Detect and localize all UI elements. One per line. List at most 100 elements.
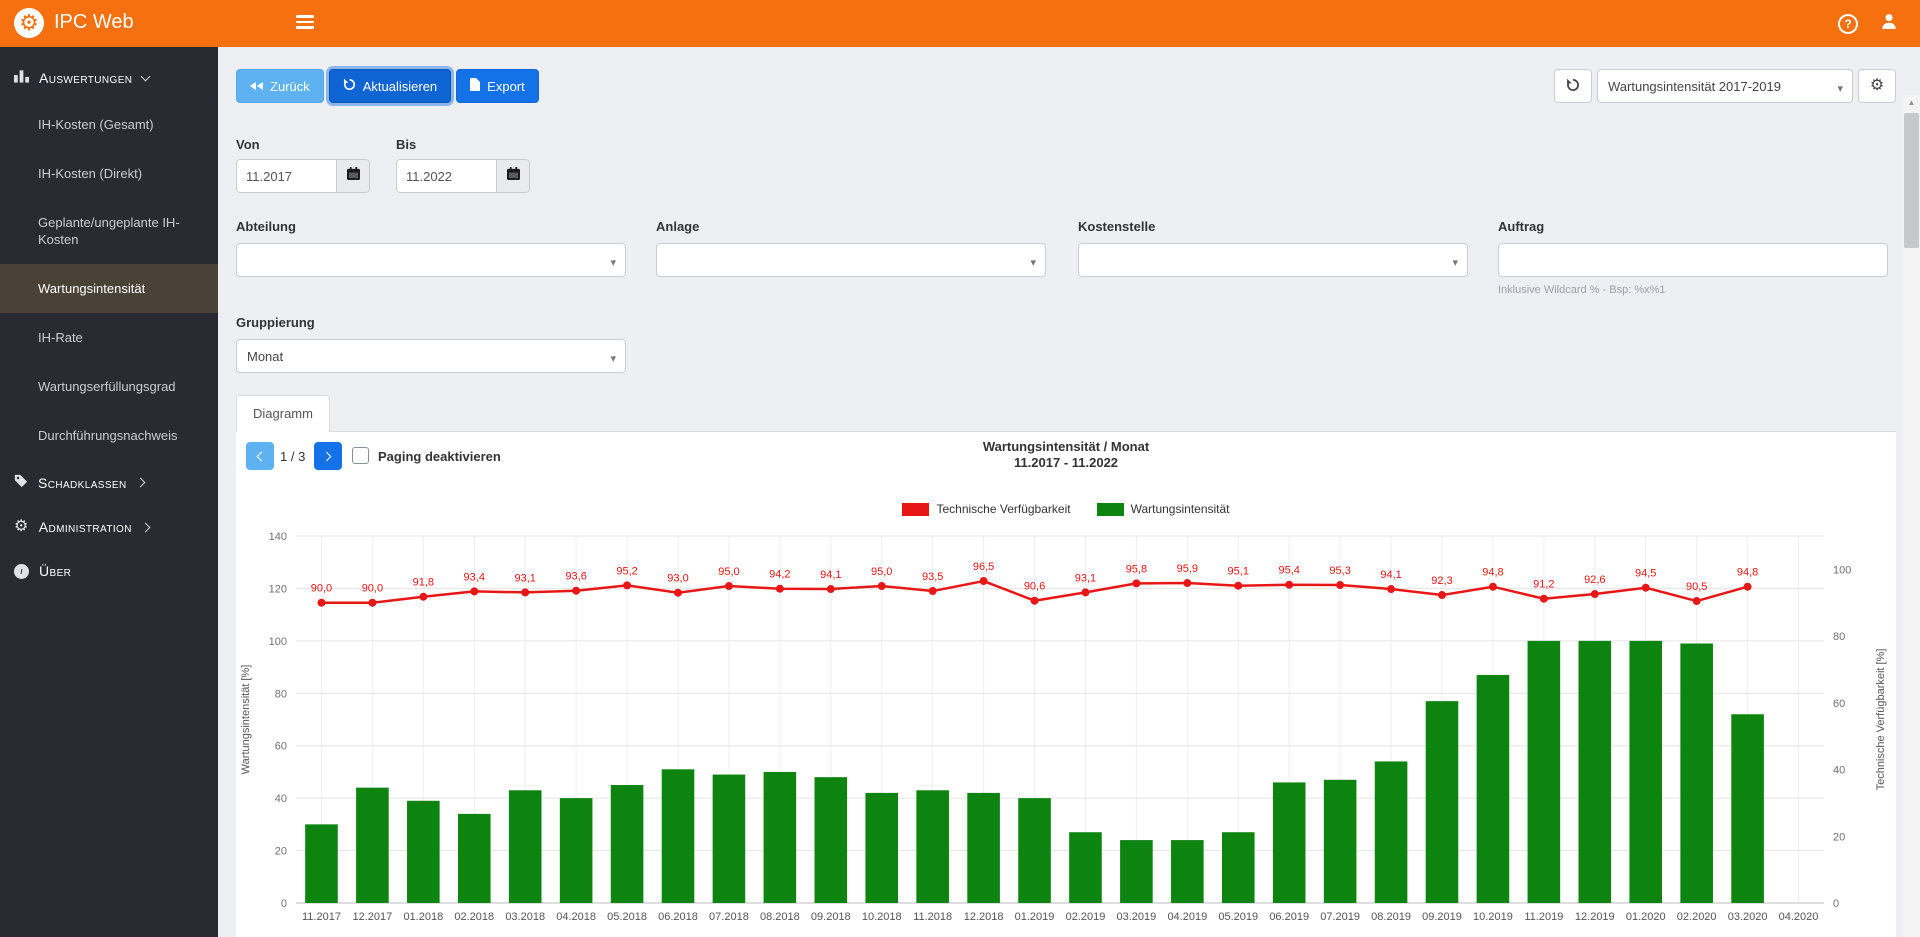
- svg-text:40: 40: [275, 793, 287, 805]
- svg-text:93,1: 93,1: [514, 572, 535, 584]
- svg-text:06.2018: 06.2018: [658, 911, 698, 923]
- sidebar-item-ih-kosten-gesamt[interactable]: IH-Kosten (Gesamt): [0, 100, 218, 149]
- sidebar-item-wartungserfuellungsgrad[interactable]: Wartungserfüllungsgrad: [0, 362, 218, 411]
- sidebar-item-wartungsintensitaet[interactable]: Wartungsintensität: [0, 264, 218, 313]
- von-calendar-button[interactable]: [336, 159, 370, 193]
- sidebar-item-geplante-ungeplante-ih-kosten[interactable]: Geplante/ungeplante IH-Kosten: [0, 198, 200, 264]
- svg-text:95,0: 95,0: [871, 566, 892, 578]
- gruppierung-select[interactable]: Monat ▾: [236, 339, 626, 373]
- legend-entry-wartungsintensitaet[interactable]: Wartungsintensität: [1096, 502, 1230, 516]
- chart-panel: 1 / 3 Paging deaktivieren Wartungsintens…: [236, 431, 1896, 937]
- svg-text:40: 40: [1833, 765, 1845, 777]
- scrollbar-up-arrow[interactable]: ▲: [1903, 98, 1920, 107]
- vertical-scrollbar[interactable]: ▲: [1903, 95, 1920, 937]
- svg-text:100: 100: [269, 636, 287, 648]
- svg-text:90,6: 90,6: [1024, 581, 1045, 593]
- svg-text:09.2019: 09.2019: [1422, 911, 1462, 923]
- abteilung-select[interactable]: ▾: [236, 243, 626, 277]
- chevron-down-icon: ▾: [610, 257, 616, 269]
- svg-text:95,4: 95,4: [1278, 565, 1299, 577]
- legend-entry-technische-verfuegbarkeit[interactable]: Technische Verfügbarkeit: [902, 502, 1071, 516]
- chevron-right-icon: [140, 522, 151, 532]
- sidebar: Auswertungen IH-Kosten (Gesamt) IH-Koste…: [0, 47, 218, 937]
- svg-text:11.2018: 11.2018: [913, 911, 952, 923]
- legend-swatch-red: [902, 502, 930, 516]
- calendar-icon: [346, 167, 360, 185]
- preset-select-value: Wartungsintensität 2017-2019: [1608, 78, 1781, 94]
- sidebar-section-ueber[interactable]: i Über: [0, 549, 218, 593]
- bis-input[interactable]: [396, 159, 496, 193]
- svg-text:93,6: 93,6: [565, 571, 586, 583]
- kostenstelle-select[interactable]: ▾: [1078, 243, 1468, 277]
- svg-text:60: 60: [1833, 698, 1845, 710]
- sidebar-section-label: Schadklassen: [38, 474, 127, 491]
- gear-icon: ⚙: [1869, 77, 1885, 94]
- svg-text:04.2019: 04.2019: [1167, 911, 1207, 923]
- svg-text:94,2: 94,2: [769, 569, 790, 581]
- sidebar-item-ih-rate[interactable]: IH-Rate: [0, 313, 218, 362]
- svg-text:0: 0: [1833, 898, 1839, 910]
- svg-text:20: 20: [1833, 831, 1845, 843]
- gruppierung-label: Gruppierung: [236, 315, 315, 330]
- svg-text:01.2019: 01.2019: [1015, 911, 1055, 923]
- hamburger-menu-icon[interactable]: [296, 15, 314, 31]
- anlage-select[interactable]: ▾: [656, 243, 1046, 277]
- svg-text:90,0: 90,0: [311, 583, 332, 595]
- svg-text:93,1: 93,1: [1075, 572, 1096, 584]
- user-icon[interactable]: [1880, 12, 1898, 35]
- svg-text:20: 20: [275, 846, 287, 858]
- refresh-icon: [1566, 78, 1580, 95]
- sidebar-section-administration[interactable]: ⚙ Administration: [0, 505, 218, 549]
- svg-text:95,9: 95,9: [1177, 563, 1198, 575]
- svg-text:94,1: 94,1: [820, 569, 841, 581]
- sidebar-section-schadklassen[interactable]: Schadklassen: [0, 460, 218, 505]
- sidebar-section-auswertungen[interactable]: Auswertungen: [0, 55, 218, 100]
- von-input[interactable]: [236, 159, 336, 193]
- sidebar-item-durchfuehrungsnachweis[interactable]: Durchführungsnachweis: [0, 411, 218, 460]
- refresh-button[interactable]: Aktualisieren: [328, 69, 452, 103]
- page-next-button[interactable]: [314, 442, 342, 470]
- auftrag-input[interactable]: [1498, 243, 1888, 277]
- preset-select[interactable]: Wartungsintensität 2017-2019 ▾: [1597, 69, 1853, 103]
- settings-button[interactable]: ⚙: [1858, 69, 1896, 103]
- chart-canvas: 0 20 40 60 80 100 120 140 0 20 40 60 80 100 90,0 90,0 91…: [240, 531, 1887, 923]
- app-logo: ⚙: [14, 8, 44, 38]
- svg-text:07.2018: 07.2018: [709, 911, 749, 923]
- svg-text:90,0: 90,0: [362, 583, 383, 595]
- svg-text:02.2019: 02.2019: [1066, 911, 1106, 923]
- svg-text:11.2017: 11.2017: [302, 911, 341, 923]
- back-button-label: Zurück: [270, 78, 310, 94]
- svg-text:94,8: 94,8: [1737, 567, 1758, 579]
- sidebar-section-label: Auswertungen: [39, 69, 133, 86]
- paging-deactivate-label: Paging deaktivieren: [378, 449, 501, 464]
- paging-deactivate-checkbox[interactable]: [352, 447, 369, 464]
- scrollbar-thumb[interactable]: [1904, 113, 1919, 248]
- svg-text:10.2018: 10.2018: [862, 911, 902, 923]
- svg-text:01.2020: 01.2020: [1626, 911, 1666, 923]
- svg-text:90,5: 90,5: [1686, 581, 1707, 593]
- reload-preset-button[interactable]: [1554, 69, 1592, 103]
- page-previous-button[interactable]: [246, 442, 274, 470]
- export-button[interactable]: Export: [456, 69, 539, 103]
- toolbar: Zurück Aktualisieren Export Wartungsinte…: [236, 69, 1896, 103]
- svg-text:92,6: 92,6: [1584, 574, 1605, 586]
- svg-text:91,2: 91,2: [1533, 579, 1554, 591]
- svg-text:06.2019: 06.2019: [1269, 911, 1309, 923]
- svg-text:93,0: 93,0: [667, 573, 688, 585]
- svg-text:11.2019: 11.2019: [1524, 911, 1563, 923]
- svg-text:94,8: 94,8: [1482, 567, 1503, 579]
- export-button-label: Export: [487, 78, 525, 94]
- chevron-down-icon: ▾: [1030, 257, 1036, 269]
- svg-text:05.2019: 05.2019: [1218, 911, 1258, 923]
- svg-text:04.2020: 04.2020: [1779, 911, 1819, 923]
- sidebar-item-ih-kosten-direkt[interactable]: IH-Kosten (Direkt): [0, 149, 218, 198]
- svg-text:01.2018: 01.2018: [403, 911, 443, 923]
- bis-calendar-button[interactable]: [496, 159, 530, 193]
- auftrag-label: Auftrag: [1498, 219, 1545, 234]
- gear-icon: ⚙: [14, 518, 29, 535]
- chart-legend: Technische Verfügbarkeit Wartungsintensi…: [236, 502, 1896, 516]
- tab-diagramm[interactable]: Diagramm: [236, 395, 330, 432]
- help-icon[interactable]: ?: [1838, 13, 1858, 34]
- svg-text:07.2019: 07.2019: [1320, 911, 1360, 923]
- back-button[interactable]: Zurück: [236, 69, 324, 103]
